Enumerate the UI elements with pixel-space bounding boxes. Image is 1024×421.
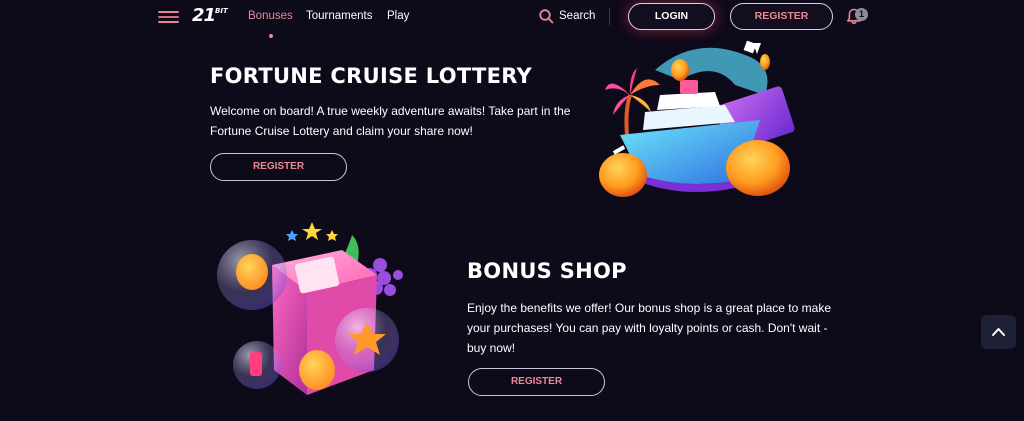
cruise-ship-illustration (599, 40, 795, 197)
logo-number: 21 (192, 5, 216, 26)
lottery-register-button[interactable]: REGISTER (210, 153, 347, 181)
section-description-bonus-shop: Enjoy the benefits we offer! Our bonus s… (467, 301, 831, 355)
nav-tournaments[interactable]: Tournaments (306, 10, 372, 22)
nav-play[interactable]: Play (387, 10, 409, 22)
search-label: Search (559, 10, 596, 22)
logo-text: BIT (215, 7, 228, 15)
nav-bonuses[interactable]: Bonuses (248, 10, 293, 22)
login-button[interactable]: LOGIN (628, 3, 715, 30)
chevron-up-icon (992, 328, 1005, 336)
notification-badge: 1 (855, 8, 868, 21)
section-description-lottery: Welcome on board! A true weekly adventur… (210, 104, 571, 138)
hamburger-icon[interactable] (158, 11, 179, 23)
header-divider (609, 8, 610, 25)
gift-box-illustration (217, 222, 403, 395)
site-logo[interactable]: 21 BIT (192, 5, 236, 26)
top-header: 21 BIT Bonuses Tournaments Play Search L… (0, 0, 1024, 34)
search-icon (539, 9, 554, 24)
section-title-bonus-shop: BONUS SHOP (467, 259, 627, 283)
section-title-lottery: FORTUNE CRUISE LOTTERY (210, 64, 533, 88)
active-nav-indicator (269, 34, 273, 38)
bonus-shop-register-button[interactable]: REGISTER (468, 368, 605, 396)
header-register-button[interactable]: REGISTER (730, 3, 833, 30)
scroll-top-button[interactable] (981, 315, 1016, 349)
